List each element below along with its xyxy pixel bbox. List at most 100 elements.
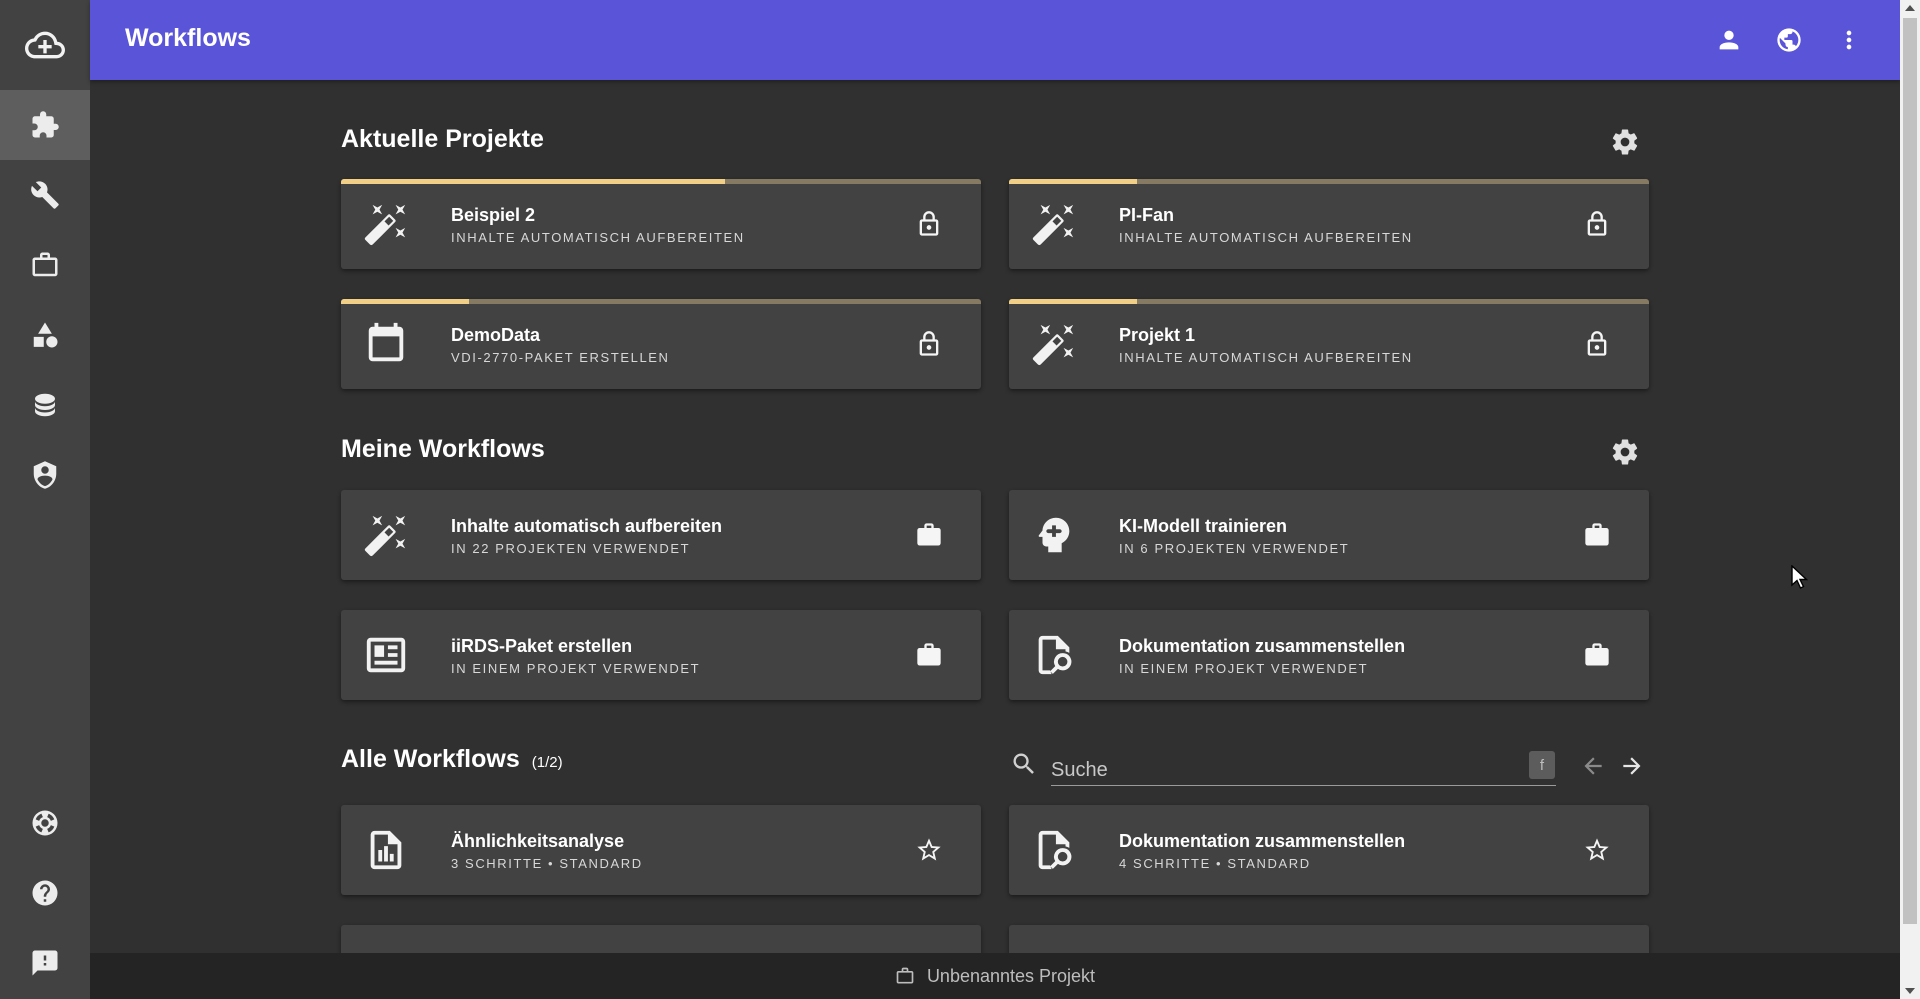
card-subtitle: Inhalte automatisch aufbereiten	[1119, 350, 1413, 365]
lifebuoy-icon	[32, 810, 58, 836]
card-subtitle: VDI-2770-Paket erstellen	[451, 350, 670, 365]
section-title-current-projects: Aktuelle Projekte	[341, 125, 544, 153]
card-subtitle: Inhalte automatisch aufbereiten	[451, 230, 745, 245]
card-subtitle: In einem Projekt verwendet	[451, 661, 701, 676]
card-title: Dokumentation zusammenstellen	[1119, 636, 1406, 656]
sidebar-item-security[interactable]	[0, 440, 90, 510]
workflow-card-ki-modell[interactable]: KI-Modell trainieren In 6 Projekten verw…	[1009, 490, 1649, 580]
card-title: Ähnlichkeitsanalyse	[451, 831, 625, 851]
progress-track	[341, 179, 981, 184]
card-title: PI-Fan	[1119, 205, 1175, 225]
project-card-demodata[interactable]: DemoData VDI-2770-Paket erstellen	[341, 299, 981, 389]
sidebar	[0, 0, 90, 999]
workflow-card-iirds[interactable]: iiRDS-Paket erstellen In einem Projekt v…	[341, 610, 981, 700]
gear-icon[interactable]	[1608, 435, 1642, 469]
card-title: DemoData	[451, 325, 541, 345]
page-count: (1/2)	[531, 754, 563, 771]
card-subtitle: 4 Schritte • Standard	[1119, 856, 1311, 871]
section-title-text: Alle Workflows	[341, 745, 520, 773]
file-chart-icon	[361, 825, 411, 875]
current-project-label: Unbenanntes Projekt	[926, 965, 1096, 986]
globe-icon[interactable]	[1771, 22, 1807, 58]
project-card-pi-fan[interactable]: PI-Fan Inhalte automatisch aufbereiten	[1009, 179, 1649, 269]
lock-icon[interactable]	[911, 326, 947, 362]
progress-fill	[341, 179, 725, 184]
progress-fill	[1009, 299, 1137, 304]
briefcase-icon	[30, 250, 60, 280]
sidebar-item-projects[interactable]	[0, 230, 90, 300]
progress-fill	[1009, 179, 1137, 184]
arrow-right-icon[interactable]	[1616, 750, 1648, 782]
newspaper-icon	[361, 630, 411, 680]
workflow-card-aehnlichkeitsanalyse[interactable]: Ähnlichkeitsanalyse 3 Schritte • Standar…	[341, 805, 981, 895]
star-outline-icon[interactable]	[1579, 832, 1615, 868]
puzzle-icon	[32, 111, 59, 138]
progress-track	[1009, 299, 1649, 304]
card-title: KI-Modell trainieren	[1119, 516, 1288, 536]
section-title-all-workflows: Alle Workflows (1/2)	[341, 745, 563, 774]
more-vertical-icon[interactable]	[1831, 22, 1867, 58]
card-title: Inhalte automatisch aufbereiten	[451, 516, 723, 536]
workflow-card-dokumentation[interactable]: Dokumentation zusammenstellen In einem P…	[1009, 610, 1649, 700]
magic-wand-icon	[361, 199, 411, 249]
magic-wand-icon	[361, 510, 411, 560]
database-icon	[35, 393, 55, 417]
card-title: Dokumentation zusammenstellen	[1119, 831, 1406, 851]
filter-shortcut-badge[interactable]: f	[1529, 751, 1555, 779]
page-title: Workflows	[125, 24, 251, 52]
search-icon	[1010, 750, 1040, 780]
progress-track	[1009, 179, 1649, 184]
arrow-left-icon[interactable]	[1577, 750, 1609, 782]
sidebar-item-data[interactable]	[0, 370, 90, 440]
briefcase-icon	[895, 966, 915, 986]
feedback-icon	[32, 950, 58, 976]
gear-icon[interactable]	[1608, 125, 1642, 159]
page-scrollbar[interactable]	[1900, 0, 1920, 999]
card-title: iiRDS-Paket erstellen	[451, 636, 633, 656]
scroll-up-icon[interactable]	[1905, 5, 1915, 11]
search-input[interactable]	[1051, 748, 1556, 786]
cloud-upload-icon[interactable]	[0, 0, 90, 90]
sidebar-item-shapes[interactable]	[0, 300, 90, 370]
progress-track	[341, 299, 981, 304]
lock-icon[interactable]	[1579, 206, 1615, 242]
card-title: Beispiel 2	[451, 205, 536, 225]
sidebar-item-support[interactable]	[0, 788, 90, 858]
scroll-thumb[interactable]	[1903, 18, 1917, 924]
briefcase-icon[interactable]	[1579, 517, 1615, 553]
project-card-beispiel-2[interactable]: Beispiel 2 Inhalte automatisch aufbereit…	[341, 179, 981, 269]
lock-icon[interactable]	[1579, 326, 1615, 362]
card-title: Projekt 1	[1119, 325, 1196, 345]
mouse-cursor-icon	[1791, 565, 1809, 589]
shield-account-icon	[33, 461, 57, 489]
card-subtitle: In einem Projekt verwendet	[1119, 661, 1369, 676]
workflow-card-inhalte[interactable]: Inhalte automatisch aufbereiten In 22 Pr…	[341, 490, 981, 580]
briefcase-icon[interactable]	[1579, 637, 1615, 673]
magic-wand-icon	[1029, 199, 1079, 249]
sidebar-item-workflows[interactable]	[0, 90, 90, 160]
account-icon[interactable]	[1711, 22, 1747, 58]
app-header: Workflows	[90, 0, 1900, 80]
workflow-card-dokumentation-all[interactable]: Dokumentation zusammenstellen 4 Schritte…	[1009, 805, 1649, 895]
section-title-my-workflows: Meine Workflows	[341, 435, 545, 463]
calendar-icon	[361, 319, 411, 369]
magic-wand-icon	[1029, 319, 1079, 369]
scroll-down-icon[interactable]	[1905, 988, 1915, 994]
shapes-icon	[33, 322, 58, 348]
sidebar-item-feedback[interactable]	[0, 928, 90, 998]
current-project-bar[interactable]: Unbenanntes Projekt	[90, 953, 1900, 999]
project-card-projekt-1[interactable]: Projekt 1 Inhalte automatisch aufbereite…	[1009, 299, 1649, 389]
wrench-icon	[31, 181, 59, 209]
brain-icon	[1029, 510, 1079, 560]
card-subtitle: Inhalte automatisch aufbereiten	[1119, 230, 1413, 245]
card-subtitle: In 22 Projekten verwendet	[451, 541, 691, 556]
lock-icon[interactable]	[911, 206, 947, 242]
sidebar-item-help[interactable]	[0, 858, 90, 928]
briefcase-icon[interactable]	[911, 517, 947, 553]
progress-fill	[341, 299, 469, 304]
file-search-icon	[1029, 630, 1079, 680]
briefcase-icon[interactable]	[911, 637, 947, 673]
star-outline-icon[interactable]	[911, 832, 947, 868]
sidebar-item-tools[interactable]	[0, 160, 90, 230]
help-circle-icon	[32, 880, 58, 906]
